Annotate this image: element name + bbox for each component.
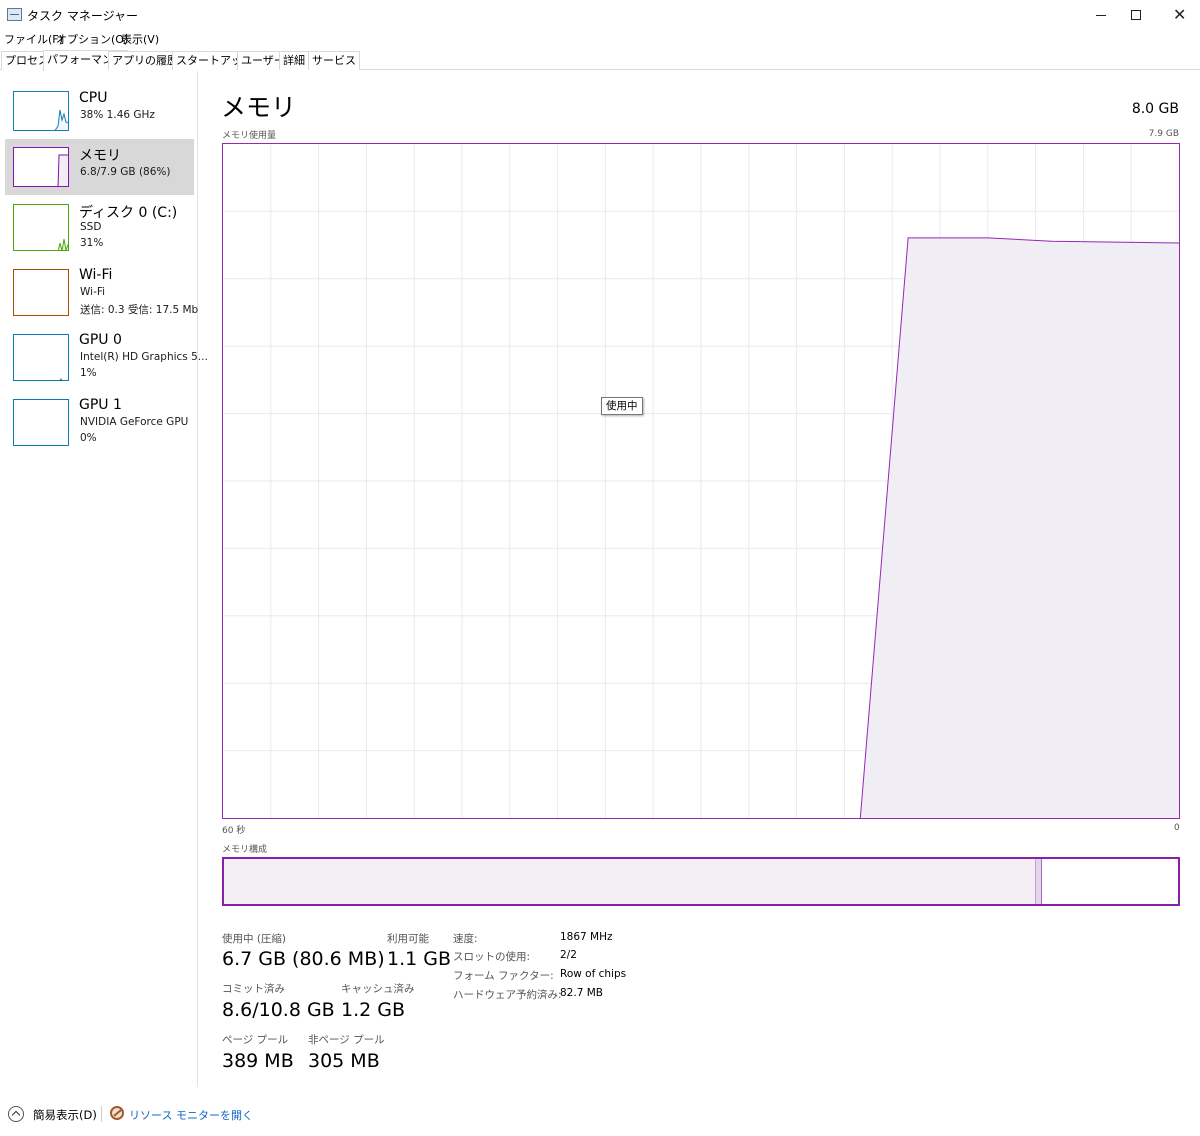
committed-label: コミット済み bbox=[222, 983, 285, 995]
maximize-button[interactable] bbox=[1113, 0, 1159, 30]
sidebar-item-detail: 送信: 0.3 受信: 17.5 Mb bbox=[80, 304, 199, 316]
usage-point bbox=[1051, 240, 1053, 242]
sidebar-item-detail: 31% bbox=[80, 237, 104, 249]
time-axis-end: 0 bbox=[1174, 823, 1180, 833]
available-value: 1.1 GB bbox=[387, 948, 452, 970]
sidebar-item-label: Wi-Fi bbox=[79, 267, 113, 283]
memory-usage-chart bbox=[223, 144, 1179, 818]
sidebar-item-detail: NVIDIA GeForce GPU bbox=[80, 416, 189, 428]
sidebar-item-label: メモリ bbox=[79, 148, 121, 164]
speed-label: 速度: bbox=[453, 933, 478, 945]
in-use-label: 使用中 (圧縮) bbox=[222, 933, 287, 945]
sidebar-item-gpu0[interactable]: GPU 0 Intel(R) HD Graphics 5... 1% bbox=[5, 332, 208, 388]
paged-pool-value: 389 MB bbox=[222, 1050, 294, 1072]
menu-file[interactable]: ファイル(F) bbox=[4, 31, 63, 47]
window-title: タスク マネージャー bbox=[27, 9, 138, 23]
hardware-reserved-label: ハードウェア予約済み: bbox=[453, 989, 562, 1001]
slots-value: 2/2 bbox=[560, 949, 577, 961]
close-button[interactable]: ✕ bbox=[1156, 0, 1200, 30]
sidebar-item-label: GPU 1 bbox=[79, 397, 122, 413]
menu-view[interactable]: 表示(V) bbox=[121, 31, 159, 47]
divider bbox=[101, 1106, 102, 1122]
sidebar-item-cpu[interactable]: CPU 38% 1.46 GHz bbox=[5, 88, 194, 144]
tab-services[interactable]: サービス bbox=[308, 51, 360, 70]
sidebar-item-disk[interactable]: ディスク 0 (C:) SSD 31% bbox=[5, 202, 194, 258]
sidebar-item-label: CPU bbox=[79, 90, 108, 106]
speed-value: 1867 MHz bbox=[560, 931, 613, 943]
tab-details[interactable]: 詳細 bbox=[279, 51, 309, 70]
sidebar-item-gpu1[interactable]: GPU 1 NVIDIA GeForce GPU 0% bbox=[5, 397, 194, 453]
memory-usage-graph[interactable] bbox=[222, 143, 1180, 819]
nonpaged-pool-value: 305 MB bbox=[308, 1050, 380, 1072]
sidebar-item-memory[interactable]: メモリ 6.8/7.9 GB (86%) bbox=[5, 139, 194, 195]
time-axis-start: 60 秒 bbox=[222, 826, 246, 836]
menu-bar: ファイル(F) オプション(O) 表示(V) bbox=[0, 30, 1200, 48]
usage-graph-max: 7.9 GB bbox=[1148, 129, 1179, 139]
composition-modified[interactable] bbox=[1036, 859, 1042, 904]
slots-label: スロットの使用: bbox=[453, 951, 531, 963]
form-factor-label: フォーム ファクター: bbox=[453, 970, 554, 982]
close-icon: ✕ bbox=[1173, 5, 1187, 24]
cached-label: キャッシュ済み bbox=[341, 983, 415, 995]
menu-options[interactable]: オプション(O) bbox=[56, 31, 128, 47]
sidebar-item-detail: 6.8/7.9 GB (86%) bbox=[80, 166, 171, 178]
sidebar-item-label: ディスク 0 (C:) bbox=[79, 205, 178, 221]
minimize-icon bbox=[1096, 15, 1106, 16]
form-factor-value: Row of chips bbox=[560, 968, 627, 980]
chevron-up-icon[interactable] bbox=[8, 1106, 24, 1122]
sidebar-item-label: GPU 0 bbox=[79, 332, 122, 348]
usage-point bbox=[907, 237, 909, 239]
sidebar-item-detail: Intel(R) HD Graphics 5... bbox=[80, 351, 208, 363]
committed-value: 8.6/10.8 GB bbox=[222, 999, 335, 1021]
disk-thumbnail-icon bbox=[13, 204, 69, 251]
resource-monitor-icon[interactable] bbox=[110, 1106, 124, 1120]
cpu-thumbnail-icon bbox=[13, 91, 69, 131]
nonpaged-pool-label: 非ページ プール bbox=[308, 1034, 385, 1046]
cached-value: 1.2 GB bbox=[341, 999, 406, 1021]
task-manager-icon bbox=[7, 8, 22, 21]
paged-pool-label: ページ プール bbox=[222, 1034, 289, 1046]
gpu0-thumbnail-icon bbox=[13, 334, 69, 381]
available-label: 利用可能 bbox=[387, 933, 429, 945]
sidebar-item-detail: 38% 1.46 GHz bbox=[80, 109, 155, 121]
composition-in-use[interactable] bbox=[224, 859, 1036, 904]
resource-sidebar: CPU 38% 1.46 GHz メモリ 6.8/7.9 GB (86%) ディ… bbox=[0, 71, 208, 1087]
usage-area bbox=[860, 237, 1179, 818]
sidebar-item-detail: Wi-Fi bbox=[80, 286, 106, 298]
footer: 簡易表示(D) リソース モニターを開く bbox=[0, 1098, 1200, 1136]
sidebar-item-detail: 0% bbox=[80, 432, 97, 444]
open-resource-monitor-link[interactable]: リソース モニターを開く bbox=[129, 1107, 253, 1123]
maximize-icon bbox=[1131, 10, 1141, 20]
usage-point bbox=[1114, 241, 1116, 243]
fewer-details-button[interactable]: 簡易表示(D) bbox=[33, 1107, 97, 1123]
tooltip: 使用中 bbox=[601, 397, 643, 415]
sidebar-item-wifi[interactable]: Wi-Fi Wi-Fi 送信: 0.3 受信: 17.5 Mb bbox=[5, 267, 198, 323]
title-bar: タスク マネージャー ✕ bbox=[0, 0, 1200, 30]
composition-label: メモリ構成 bbox=[222, 845, 268, 855]
sidebar-item-detail: SSD bbox=[80, 221, 102, 233]
sidebar-item-detail: 1% bbox=[80, 367, 97, 379]
tab-app-history[interactable]: アプリの履歴 bbox=[108, 51, 182, 70]
usage-point bbox=[987, 237, 989, 239]
memory-thumbnail-icon bbox=[13, 147, 69, 187]
usage-graph-label: メモリ使用量 bbox=[222, 131, 277, 141]
memory-composition-bar[interactable] bbox=[222, 857, 1180, 906]
wifi-thumbnail-icon bbox=[13, 269, 69, 316]
in-use-value: 6.7 GB (80.6 MB) bbox=[222, 948, 385, 970]
gpu1-thumbnail-icon bbox=[13, 399, 69, 446]
page-title: メモリ bbox=[221, 93, 297, 122]
tab-strip: プロセス パフォーマンス アプリの履歴 スタートアップ ユーザー 詳細 サービス bbox=[0, 50, 1200, 71]
total-memory: 8.0 GB bbox=[1131, 101, 1179, 117]
hardware-reserved-value: 82.7 MB bbox=[560, 987, 603, 999]
